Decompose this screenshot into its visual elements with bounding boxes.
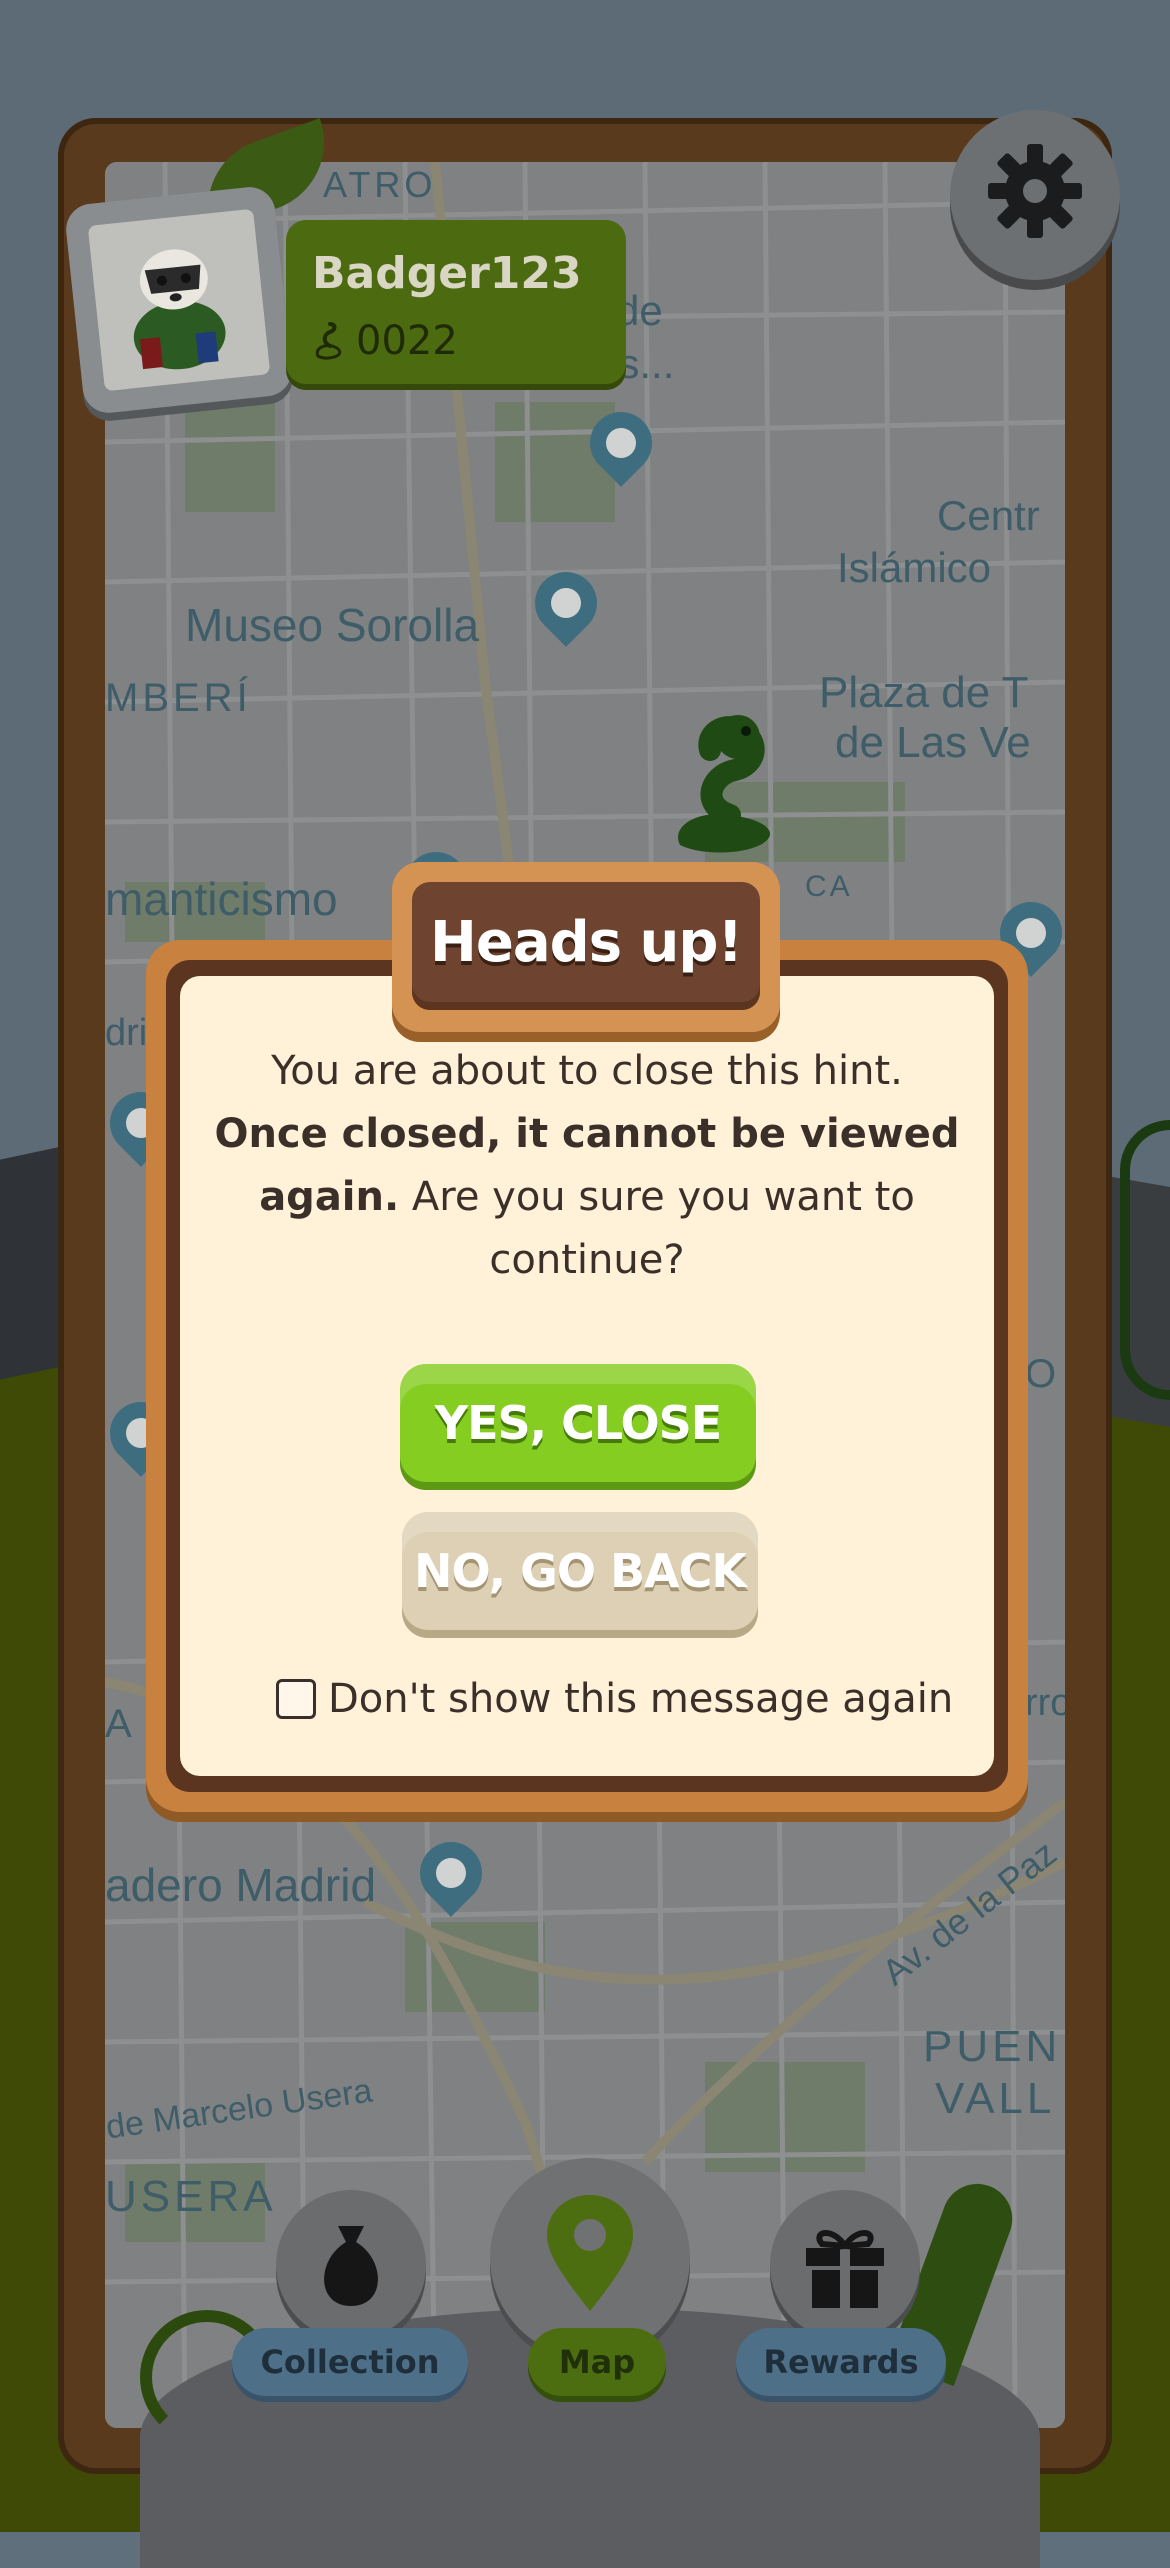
- coin-count: 0022: [356, 318, 458, 364]
- nav-rewards-stone[interactable]: [770, 2190, 920, 2340]
- map-label: A: [105, 1702, 132, 1746]
- settings-button[interactable]: [950, 110, 1120, 280]
- map-label: CA: [805, 870, 853, 903]
- dialog-title-plate: Heads up!: [412, 882, 760, 1010]
- map-label: adero Madrid: [105, 1859, 377, 1911]
- map-label: O: [1025, 1352, 1057, 1396]
- avatar[interactable]: [63, 184, 295, 416]
- player-coins: 0022: [312, 318, 458, 364]
- map-label: Islámico: [837, 544, 992, 591]
- nav-collection[interactable]: Collection: [232, 2328, 468, 2396]
- map-pin-icon: [547, 2195, 633, 2311]
- dialog-title: Heads up!: [429, 910, 743, 975]
- nav-map[interactable]: Map: [528, 2328, 666, 2396]
- gift-icon: [806, 2230, 884, 2308]
- dialog-title-tab: Heads up!: [392, 862, 780, 1032]
- map-label: dri: [105, 1012, 148, 1054]
- dialog-message: You are about to close this hint. Once c…: [180, 1040, 994, 1292]
- confirm-dialog: You are about to close this hint. Once c…: [146, 940, 1028, 1812]
- map-label: de Las Ve: [835, 718, 1031, 767]
- yes-close-button[interactable]: YES, CLOSE: [400, 1364, 756, 1482]
- map-label: rro: [1025, 1682, 1065, 1724]
- bag-icon: [324, 2226, 378, 2306]
- map-label: VALL: [935, 2074, 1056, 2123]
- map-label: Museo Sorolla: [185, 599, 480, 651]
- map-label: Plaza de T: [819, 668, 1029, 717]
- nav-rewards[interactable]: Rewards: [736, 2328, 946, 2396]
- map-label: ATRO: [323, 164, 437, 205]
- badger-avatar-icon: [87, 208, 271, 392]
- player-name: Badger123: [312, 248, 582, 299]
- dont-show-again-option[interactable]: Don't show this message again: [276, 1676, 953, 1722]
- dont-show-checkbox[interactable]: [276, 1679, 316, 1719]
- map-label: PUEN: [923, 2022, 1062, 2071]
- message-line1: You are about to close this hint.: [271, 1048, 903, 1094]
- gear-icon: [988, 144, 1082, 238]
- map-label: MBERÍ: [105, 676, 252, 720]
- background-leaf: [1120, 1120, 1170, 1400]
- dont-show-label[interactable]: Don't show this message again: [328, 1676, 953, 1722]
- no-go-back-button[interactable]: NO, GO BACK: [402, 1512, 758, 1630]
- nav-collection-stone[interactable]: [276, 2190, 426, 2340]
- map-label: Centr: [937, 492, 1040, 539]
- map-label: manticismo: [105, 873, 338, 925]
- message-rest: Are you sure you want to continue?: [399, 1174, 915, 1283]
- snake-marker-icon[interactable]: [660, 715, 800, 865]
- map-label: USERA: [105, 2172, 277, 2221]
- snake-coin-icon: [315, 322, 342, 360]
